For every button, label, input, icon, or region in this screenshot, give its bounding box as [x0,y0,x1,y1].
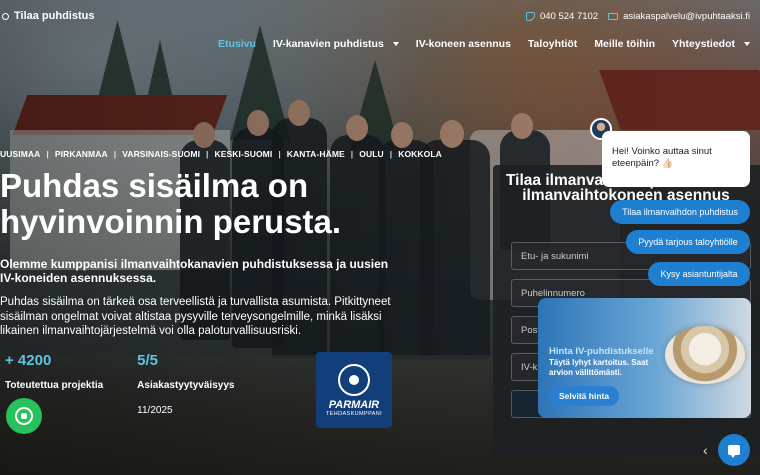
stat-value: + 4200 [5,352,52,369]
promo-title: Hinta IV-puhdistukselle [549,346,654,357]
logo-text: Tilaa puhdistus [14,10,95,22]
region-item: KOKKOLA [398,149,442,159]
stat-label: Toteutettua projektia [5,380,104,391]
ventilation-device-image [665,326,745,384]
phone-link[interactable]: 040 524 7102 [525,11,599,22]
price-button[interactable]: Selvitä hinta [549,386,620,406]
chat-icon [728,445,740,458]
promo-text: Täytä lyhyt kartoitus. Saat arvion välit… [549,358,649,377]
nav-item-yhteystiedot[interactable]: Yhteystiedot [672,38,750,50]
chevron-down-icon [744,42,750,46]
stat-label: Asiakastyytyväisyys [137,380,235,391]
region-item: UUSIMAA [0,149,41,159]
nav-item-meille-toihin[interactable]: Meille töihin [594,38,655,50]
hero-title: Puhdas sisäilma on hyvinvoinnin perusta. [0,167,342,240]
region-list: UUSIMAA | PIRKANMAA | VARSINAIS-SUOMI | KES… [0,149,442,159]
hero-subtitle: Olemme kumppanisi ilmanvaihtokanavien pu… [0,257,389,285]
main-nav: Etusivu IV-kanavien puhdistus IV-koneen … [218,38,750,50]
price-promo-card[interactable]: Hinta IV-puhdistukselle Täytä lyhyt kart… [538,298,751,418]
top-bar: Tilaa puhdistus 040 524 7102 asiakaspalv… [0,10,760,26]
phone-number: 040 524 7102 [539,11,599,22]
nav-item-iv-kanavien-puhdistus[interactable]: IV-kanavien puhdistus [273,38,399,50]
stat-satisfaction: 5/5 Asiakastyytyväisyys 11/2025 [137,352,234,416]
email-address: asiakaspalvelu@ivpuhtaaksi.fi [623,11,750,22]
region-item: PIRKANMAA [54,149,108,159]
whatsapp-button[interactable] [6,398,42,434]
partner-subtitle: TEHDASKUMPPANI [325,410,383,417]
contact-info: 040 524 7102 asiakaspalvelu@ivpuhtaaksi.… [525,11,750,22]
hero-body: Puhdas sisäilma on tärkeä osa terveellis… [0,296,391,337]
chevron-left-icon[interactable]: ‹ [703,442,708,458]
partner-brand: PARMAIR [328,398,380,411]
nav-item-iv-koneen-asennus[interactable]: IV-koneen asennus [416,38,511,50]
parmair-partner-badge[interactable]: PARMAIR TEHDASKUMPPANI [316,352,392,428]
phone-icon [525,12,535,21]
mail-icon [608,13,619,20]
logo-icon [2,12,9,20]
email-link[interactable]: asiakaspalvelu@ivpuhtaaksi.fi [608,11,750,22]
site-logo[interactable]: Tilaa puhdistus [2,10,94,22]
nav-item-taloyhtiot[interactable]: Taloyhtiöt [528,38,577,50]
nav-item-etusivu[interactable]: Etusivu [218,38,256,50]
whatsapp-icon [15,407,33,425]
region-item: OULU [359,149,384,159]
region-item: KANTA-HÄME [286,149,345,159]
parmair-logo-icon [338,363,370,396]
chat-greeting-bubble: Hei! Voinko auttaa sinut eteenpäin? 👍🏻 [602,131,750,187]
region-item: KESKI-SUOMI [214,149,273,159]
quick-reply-housing-offer[interactable]: Pyydä tarjous taloyhtiölle [626,230,750,254]
stat-date: 11/2025 [137,405,173,416]
quick-reply-order-cleaning[interactable]: Tilaa ilmanvaihdon puhdistus [610,200,750,224]
chevron-down-icon [392,42,399,46]
region-item: VARSINAIS-SUOMI [122,149,201,159]
chat-launcher-button[interactable] [718,434,750,466]
stat-value: 5/5 [137,352,159,369]
quick-reply-ask-expert[interactable]: Kysy asiantuntijalta [648,262,750,286]
